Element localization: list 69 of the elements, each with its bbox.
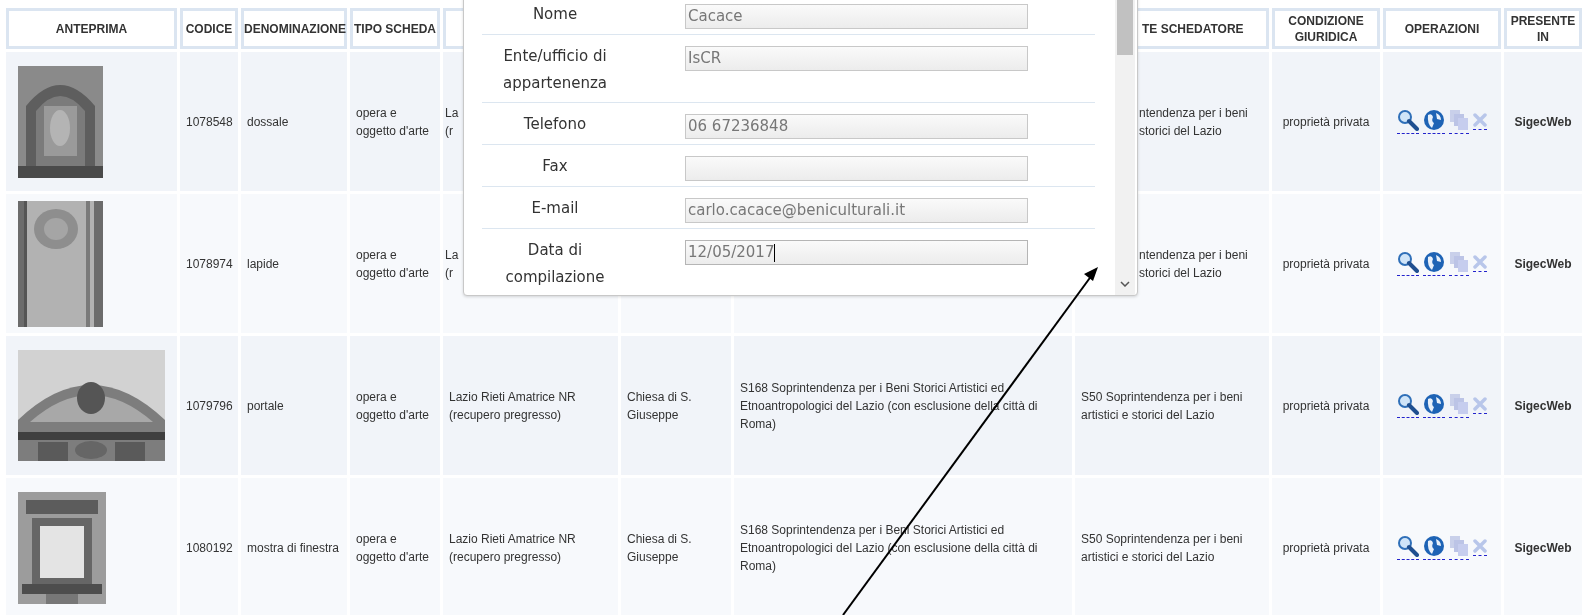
location-text: La (r bbox=[445, 105, 459, 138]
input-field[interactable]: carlo.cacace@beniculturali.it bbox=[685, 198, 1028, 223]
column-header-label: TE SCHEDATORE bbox=[1142, 21, 1244, 36]
column-header-label: ANTEPRIMA bbox=[55, 21, 128, 36]
name-text: portale bbox=[247, 398, 284, 413]
legal-status-text: proprietà privata bbox=[1282, 256, 1370, 271]
cataloguer-text: S50 Soprintendenza per i beni artistici e storici del Lazio bbox=[1081, 389, 1243, 422]
copy-icon[interactable] bbox=[1449, 251, 1469, 276]
type-text: opera e oggetto d'arte bbox=[356, 531, 429, 564]
location-text: Lazio Rieti Amatrice NR (recupero pregresso) bbox=[449, 531, 576, 564]
cataloguer-text: ntendenza per i beni storici del Lazio bbox=[1139, 105, 1248, 138]
legal-status-text: proprietà privata bbox=[1282, 540, 1370, 555]
place-text: Chiesa di S. Giuseppe bbox=[627, 531, 692, 564]
cataloguer-text: ntendenza per i beni storici del Lazio bbox=[1139, 247, 1248, 280]
legal-status-text: proprietà privata bbox=[1282, 398, 1370, 413]
globe-icon[interactable] bbox=[1423, 251, 1445, 276]
field-label: Data di compilazione bbox=[504, 240, 606, 288]
present-in-text: SigecWeb bbox=[1514, 540, 1572, 555]
delete-icon[interactable] bbox=[1473, 255, 1487, 272]
input-field[interactable]: Cacace bbox=[685, 4, 1028, 29]
location-text: Lazio Rieti Amatrice NR (recupero pregresso) bbox=[449, 389, 576, 422]
search-icon[interactable] bbox=[1397, 393, 1419, 418]
column-header-label: CONDIZIONE GIURIDICA bbox=[1288, 13, 1364, 44]
column-header-label: PRESENTE IN bbox=[1510, 13, 1576, 44]
name-text: lapide bbox=[247, 256, 280, 271]
column-header-label: TIPO SCHEDA bbox=[354, 21, 436, 36]
delete-icon[interactable] bbox=[1473, 397, 1487, 414]
scrollbar-thumb[interactable] bbox=[1117, 0, 1133, 55]
type-text: opera e oggetto d'arte bbox=[356, 389, 429, 422]
field-label: Fax bbox=[541, 156, 569, 177]
location-text: La (r bbox=[445, 247, 459, 280]
code-text: 1078974 bbox=[186, 256, 233, 271]
input-field[interactable]: IsCR bbox=[685, 46, 1028, 71]
present-in-text: SigecWeb bbox=[1514, 256, 1572, 271]
legal-status-text: proprietà privata bbox=[1282, 114, 1370, 129]
globe-icon[interactable] bbox=[1423, 393, 1445, 418]
column-header-label: CODICE bbox=[185, 21, 233, 36]
column-header-label: DENOMINAZIONE bbox=[244, 21, 346, 36]
input-field[interactable]: 06 67236848 bbox=[685, 114, 1028, 139]
copy-icon[interactable] bbox=[1449, 393, 1469, 418]
column-header-label: OPERAZIONI bbox=[1404, 21, 1480, 36]
present-in-text: SigecWeb bbox=[1514, 398, 1572, 413]
search-icon[interactable] bbox=[1397, 535, 1419, 560]
field-label: Ente/ufficio di appartenenza bbox=[502, 46, 608, 94]
name-text: mostra di finestra bbox=[247, 540, 340, 555]
place-text: Chiesa di S. Giuseppe bbox=[627, 389, 692, 422]
name-text: dossale bbox=[247, 114, 289, 129]
scroll-down-icon[interactable] bbox=[1120, 281, 1130, 287]
delete-icon[interactable] bbox=[1473, 539, 1487, 556]
scrollbar[interactable] bbox=[1115, 0, 1135, 295]
type-text: opera e oggetto d'arte bbox=[356, 247, 429, 280]
input-field[interactable] bbox=[685, 156, 1028, 181]
type-text: opera e oggetto d'arte bbox=[356, 105, 429, 138]
copy-icon[interactable] bbox=[1449, 535, 1469, 560]
search-icon[interactable] bbox=[1397, 251, 1419, 276]
search-icon[interactable] bbox=[1397, 109, 1419, 134]
input-field[interactable]: 12/05/2017 bbox=[685, 240, 1028, 265]
globe-icon[interactable] bbox=[1423, 109, 1445, 134]
code-text: 1079796 bbox=[186, 398, 233, 413]
code-text: 1078548 bbox=[186, 114, 233, 129]
code-text: 1080192 bbox=[186, 540, 233, 555]
delete-icon[interactable] bbox=[1473, 113, 1487, 130]
present-in-text: SigecWeb bbox=[1514, 114, 1572, 129]
field-label: Telefono bbox=[522, 114, 588, 135]
cataloguer-text: S50 Soprintendenza per i beni artistici e storici del Lazio bbox=[1081, 531, 1243, 564]
field-label: Nome bbox=[531, 4, 579, 25]
field-label: E-mail bbox=[530, 198, 580, 219]
globe-icon[interactable] bbox=[1423, 535, 1445, 560]
copy-icon[interactable] bbox=[1449, 109, 1469, 134]
